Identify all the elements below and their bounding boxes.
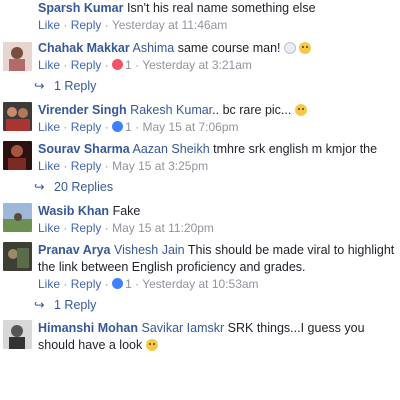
comment-author[interactable]: Chahak Makkar (38, 41, 130, 55)
avatar[interactable] (3, 203, 32, 232)
timestamp[interactable]: May 15 at 3:25pm (112, 159, 208, 173)
reply-button[interactable]: Reply (71, 221, 102, 235)
mention-link[interactable]: Aazan Sheikh (133, 142, 210, 156)
separator: · (104, 18, 109, 32)
separator: · (63, 18, 68, 32)
comment-author[interactable]: Wasib Khan (38, 204, 109, 218)
like-icon[interactable] (112, 278, 124, 289)
comment-actions: Like · Reply · 1 · Yesterday at 3:21am (38, 57, 396, 74)
view-replies-link[interactable]: ↪ 1 Reply (34, 78, 96, 95)
separator: · (104, 159, 109, 173)
like-button[interactable]: Like (38, 18, 60, 32)
comment-author[interactable]: Virender Singh (38, 103, 127, 117)
reaction-count[interactable]: 1 (125, 58, 132, 72)
like-button[interactable]: Like (38, 58, 60, 72)
avatar[interactable] (3, 141, 32, 170)
replies-count: 1 Reply (54, 79, 97, 93)
separator: · (135, 277, 140, 291)
comment-actions: Like · Reply · May 15 at 11:20pm (38, 220, 396, 237)
separator: · (104, 277, 109, 291)
comment-actions: Like · Reply · 1 · May 15 at 7:06pm (38, 119, 396, 136)
comment-text: tmhre srk english m kmjor the (213, 142, 378, 156)
mention-link[interactable]: Savikar Iamskr (142, 321, 225, 335)
comment-actions: Like · Reply · 1 · Yesterday at 10:53am (38, 276, 396, 293)
comment-text: Isn't his real name something else (126, 1, 316, 15)
timestamp[interactable]: May 15 at 11:20pm (112, 221, 214, 235)
comment-text: Fake (112, 204, 141, 218)
smile-emoji-icon (299, 42, 312, 54)
emoji-icon (284, 42, 296, 54)
reply-arrow-icon: ↪ (34, 298, 45, 312)
timestamp[interactable]: May 15 at 7:06pm (142, 120, 238, 134)
reply-button[interactable]: Reply (71, 159, 102, 173)
replies-count: 1 Reply (54, 298, 97, 312)
view-replies-link[interactable]: ↪ 1 Reply (34, 297, 96, 314)
avatar[interactable] (3, 102, 32, 131)
replies-count: 20 Replies (54, 180, 114, 194)
comment-text: .. bc rare pic... (212, 103, 292, 117)
view-replies-link[interactable]: ↪ 20 Replies (34, 179, 113, 196)
reply-button[interactable]: Reply (71, 277, 102, 291)
love-icon[interactable] (112, 59, 124, 70)
reply-button[interactable]: Reply (71, 120, 102, 134)
reply-button[interactable]: Reply (71, 18, 102, 32)
like-button[interactable]: Like (38, 159, 60, 173)
reaction-count[interactable]: 1 (125, 120, 132, 134)
reply-arrow-icon: ↪ (34, 79, 45, 93)
separator: · (104, 58, 109, 72)
separator: · (63, 221, 68, 235)
separator: · (63, 120, 68, 134)
laugh-emoji-icon (145, 339, 158, 351)
comment-author[interactable]: Himanshi Mohan (38, 321, 138, 335)
reply-button[interactable]: Reply (71, 58, 102, 72)
separator: · (104, 221, 109, 235)
comment-author[interactable]: Sparsh Kumar (38, 1, 123, 15)
reaction-count[interactable]: 1 (125, 277, 132, 291)
comment-text: same course man! (177, 41, 281, 55)
reply-arrow-icon: ↪ (34, 180, 45, 194)
comment-author[interactable]: Pranav Arya (38, 243, 111, 257)
mention-link[interactable]: Ashima (133, 41, 175, 55)
comment-actions: Like · Reply · Yesterday at 11:46am (38, 17, 396, 34)
separator: · (104, 120, 109, 134)
like-icon[interactable] (112, 121, 124, 132)
timestamp[interactable]: Yesterday at 11:46am (112, 18, 227, 32)
like-button[interactable]: Like (38, 221, 60, 235)
comment-actions: Like · Reply · May 15 at 3:25pm (38, 158, 396, 175)
like-button[interactable]: Like (38, 120, 60, 134)
avatar[interactable] (3, 320, 32, 349)
avatar[interactable] (3, 42, 32, 71)
avatar[interactable] (3, 242, 32, 271)
separator: · (63, 277, 68, 291)
separator: · (63, 159, 68, 173)
timestamp[interactable]: Yesterday at 10:53am (142, 277, 258, 291)
comment-author[interactable]: Sourav Sharma (38, 142, 130, 156)
mention-link[interactable]: Vishesh Jain (114, 243, 185, 257)
smile-emoji-icon (294, 104, 307, 116)
separator: · (135, 120, 140, 134)
like-button[interactable]: Like (38, 277, 60, 291)
timestamp[interactable]: Yesterday at 3:21am (142, 58, 252, 72)
separator: · (63, 58, 68, 72)
separator: · (135, 58, 140, 72)
mention-link[interactable]: Rakesh Kumar (130, 103, 212, 117)
